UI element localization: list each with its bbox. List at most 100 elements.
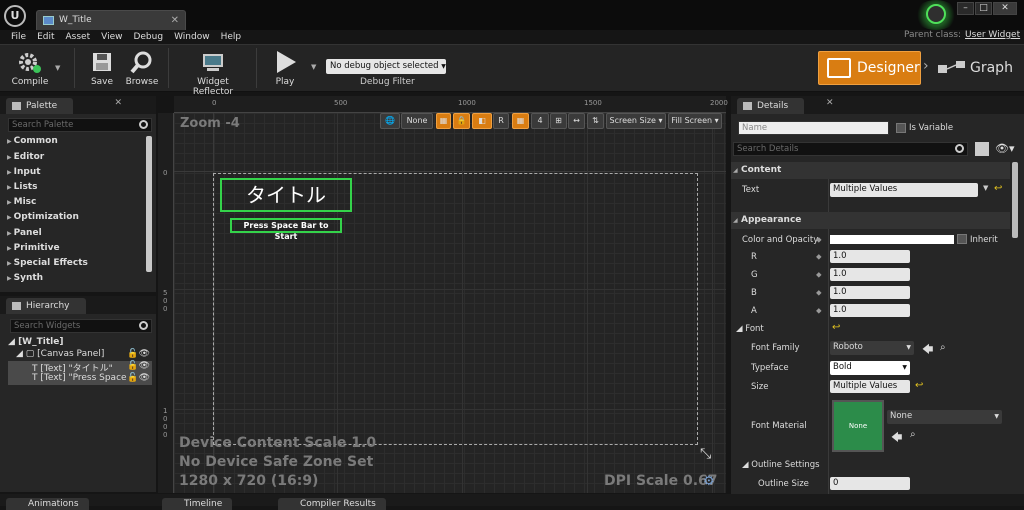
keyframe-icon[interactable]: ⬥	[816, 235, 822, 245]
play-button[interactable]: Play	[264, 44, 306, 92]
reset-r-button[interactable]: R	[493, 113, 509, 129]
debug-object-dropdown[interactable]: No debug object selected ▼	[326, 59, 446, 74]
localization-globe-icon[interactable]: 🌐	[380, 113, 400, 129]
hierarchy-canvas-panel[interactable]: ◢ ▢ [Canvas Panel] 🔓👁	[16, 349, 152, 359]
keyframe-icon[interactable]: ⬥	[816, 288, 822, 298]
hierarchy-text-title[interactable]: T [Text] "タイトル" 🔓👁	[8, 361, 152, 374]
lock-icon[interactable]: 🔒	[453, 113, 470, 129]
asset-tab[interactable]: W_Title ✕	[36, 10, 186, 30]
parent-class-link[interactable]: User Widget	[965, 30, 1020, 40]
font-material-dropdown[interactable]: None ▼	[887, 410, 1002, 424]
lock-eye-icons[interactable]: 🔓👁	[127, 361, 150, 371]
palette-scrollbar[interactable]	[146, 136, 152, 272]
grid-snap-icon[interactable]: ▦	[512, 113, 529, 129]
palette-category-editor[interactable]: Editor	[7, 152, 45, 162]
close-window-icon[interactable]: ✕	[993, 2, 1017, 15]
palette-category-misc[interactable]: Misc	[7, 197, 37, 207]
flip-icon[interactable]: ⇅	[587, 113, 604, 129]
reset-to-default-icon[interactable]: ↩	[915, 380, 923, 391]
browse-search-icon[interactable]: ⌕	[910, 429, 916, 440]
size-value-field[interactable]: Multiple Values	[830, 380, 910, 393]
palette-tab[interactable]: Palette	[6, 98, 74, 114]
material-thumbnail[interactable]: None	[832, 400, 884, 452]
compile-button[interactable]: Compile	[6, 44, 54, 92]
menu-help[interactable]: Help	[221, 30, 242, 44]
widget-reflector-button[interactable]: Widget Reflector	[176, 44, 250, 97]
b-value-field[interactable]: 1.0	[830, 286, 910, 299]
palette-category-primitive[interactable]: Primitive	[7, 243, 60, 253]
transform-icon[interactable]: ◧	[472, 113, 492, 129]
menu-debug[interactable]: Debug	[133, 30, 163, 44]
color-swatch[interactable]	[830, 235, 954, 244]
designer-mode-button[interactable]: Designer	[818, 51, 921, 85]
graph-mode-button[interactable]: Graph	[936, 51, 1016, 85]
hierarchy-root[interactable]: ◢ [W_Title]	[8, 337, 63, 347]
details-tab[interactable]: Details	[737, 98, 805, 114]
animations-tab[interactable]: Animations	[6, 498, 89, 510]
save-button[interactable]: Save	[84, 44, 120, 92]
dpi-settings-gear-icon[interactable]: ⚙	[703, 474, 715, 489]
palette-category-input[interactable]: Input	[7, 167, 41, 177]
keyframe-icon[interactable]: ⬥	[816, 306, 822, 316]
r-value-field[interactable]: 1.0	[830, 250, 910, 263]
a-value-field[interactable]: 1.0	[830, 304, 910, 317]
lock-eye-icons[interactable]: 🔓👁	[127, 373, 150, 383]
is-variable-checkbox[interactable]	[896, 123, 906, 133]
play-options-chevron-icon[interactable]: ▼	[311, 63, 316, 71]
menu-view[interactable]: View	[101, 30, 122, 44]
details-scrollbar[interactable]	[1012, 162, 1018, 238]
press-text-widget[interactable]: Press Space Bar to Start	[230, 218, 342, 241]
close-tab-icon[interactable]: ✕	[171, 11, 179, 30]
respect-locks-icon[interactable]: ⊞	[550, 113, 567, 129]
grid-size-button[interactable]: 4	[531, 113, 549, 129]
hierarchy-search-input[interactable]: Search Widgets	[10, 319, 152, 333]
close-details-icon[interactable]: ✕	[826, 98, 834, 108]
browse-button[interactable]: Browse	[122, 44, 162, 92]
typeface-dropdown[interactable]: Bold ▼	[830, 361, 910, 375]
appearance-section[interactable]: Appearance	[731, 212, 1010, 229]
font-family-dropdown[interactable]: Roboto ▼	[830, 341, 914, 355]
compile-options-chevron-icon[interactable]: ▼	[55, 64, 60, 72]
lock-eye-icons[interactable]: 🔓👁	[127, 349, 150, 359]
outline-size-field[interactable]: 0	[830, 477, 910, 490]
source-control-icon[interactable]	[914, 0, 958, 30]
name-input[interactable]: Name	[738, 121, 889, 135]
outline-settings-label[interactable]: ◢ Outline Settings	[742, 460, 820, 470]
hierarchy-tab[interactable]: Hierarchy	[6, 298, 86, 314]
palette-category-optimization[interactable]: Optimization	[7, 212, 79, 222]
g-value-field[interactable]: 1.0	[830, 268, 910, 281]
reset-to-default-icon[interactable]: ↩	[994, 183, 1002, 194]
browse-search-icon[interactable]: ⌕	[940, 342, 946, 353]
resize-handle-icon[interactable]: ⤡	[700, 446, 711, 462]
palette-category-lists[interactable]: Lists	[7, 182, 38, 192]
palette-search-input[interactable]: Search Palette	[8, 118, 152, 132]
fill-screen-dropdown[interactable]: Fill Screen ▾	[668, 113, 722, 129]
menu-file[interactable]: File	[11, 30, 26, 44]
palette-category-synth[interactable]: Synth	[7, 273, 43, 283]
arrow-left-icon[interactable]: 🡄	[891, 429, 902, 448]
font-label[interactable]: ◢ Font	[736, 324, 764, 334]
screen-size-dropdown[interactable]: Screen Size ▾	[606, 113, 666, 129]
localization-none-button[interactable]: None	[401, 113, 433, 129]
content-section[interactable]: Content	[731, 162, 1010, 179]
timeline-tab[interactable]: Timeline	[162, 498, 233, 510]
reset-to-default-icon[interactable]: ↩	[832, 322, 840, 333]
text-value-field[interactable]: Multiple Values	[830, 183, 978, 197]
snap-grid-icon[interactable]: ▦	[436, 113, 451, 129]
eye-icon[interactable]: 👁▾	[995, 142, 1015, 155]
palette-category-common[interactable]: Common	[7, 136, 58, 146]
menu-window[interactable]: Window	[174, 30, 210, 44]
menu-asset[interactable]: Asset	[66, 30, 91, 44]
inherit-checkbox[interactable]	[957, 234, 967, 244]
minimize-icon[interactable]: –	[957, 2, 974, 15]
keyframe-icon[interactable]: ⬥	[816, 270, 822, 280]
palette-category-panel[interactable]: Panel	[7, 228, 42, 238]
details-search-input[interactable]: Search Details	[733, 142, 968, 156]
hierarchy-text-press[interactable]: T [Text] "Press Space 🔓👁	[8, 373, 152, 385]
maximize-icon[interactable]: □	[975, 2, 992, 15]
title-text-widget[interactable]: タイトル	[220, 178, 352, 212]
chevron-down-icon[interactable]: ▼	[983, 184, 988, 192]
arrow-left-icon[interactable]: 🡄	[922, 341, 933, 360]
compiler-results-tab[interactable]: Compiler Results	[278, 498, 386, 510]
resize-icon[interactable]: ↔	[568, 113, 585, 129]
